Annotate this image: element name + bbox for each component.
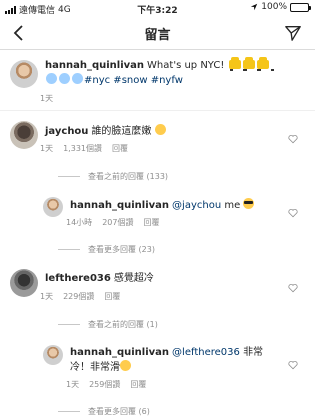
- status-bar: 遠傳電信 4G 下午3:22 100%: [0, 0, 315, 16]
- taxi-emoji-icon: [242, 57, 260, 71]
- sunglasses-emoji-icon: [243, 198, 255, 209]
- caption-time: 1天: [40, 94, 54, 103]
- reply-text: hannah_quinlivan @lefthere036 非常 冷！非常滑: [70, 346, 280, 375]
- grinning-sweat-emoji-icon: [120, 360, 131, 371]
- comment-text: lefthere036 感覺超冷: [45, 272, 154, 286]
- reply-meta: 14小時 207個讚 回覆: [66, 217, 159, 228]
- battery-percent: 100%: [261, 2, 287, 12]
- reply-body-line1: 非常: [243, 347, 264, 358]
- caption-body: What's up NYC!: [147, 60, 225, 71]
- view-replies-label: 查看之前的回覆 (133): [88, 172, 169, 181]
- like-heart-icon[interactable]: [288, 283, 298, 293]
- reply-mention[interactable]: @lefthere036: [172, 347, 240, 358]
- reply-meta: 1天 259個讚 回覆: [66, 379, 146, 390]
- view-more-replies[interactable]: 查看更多回覆 (23): [58, 244, 155, 255]
- comment-body: 誰的臉這麼嫩: [91, 126, 152, 137]
- comment-username[interactable]: lefthere036: [45, 273, 111, 284]
- view-previous-replies[interactable]: 查看之前的回覆 (1): [58, 319, 158, 330]
- caption-text: hannah_quinlivan What's up NYC! #nyc #sno…: [45, 57, 307, 88]
- snowflake-emoji-icon: [72, 73, 83, 84]
- snowflake-emoji-icon: [59, 73, 70, 84]
- comment-meta: 1天 229個讚 回覆: [40, 291, 120, 302]
- reply-likes[interactable]: 207個讚: [102, 217, 133, 228]
- battery-icon: [290, 2, 311, 12]
- reply-username[interactable]: hannah_quinlivan: [70, 347, 169, 358]
- reply-time: 1天: [66, 380, 80, 389]
- reply-time: 14小時: [66, 218, 93, 227]
- reply-text: hannah_quinlivan @jaychou me: [70, 198, 255, 213]
- snowflake-emoji-icon: [46, 73, 57, 84]
- caption-hashtags[interactable]: #nyc #snow #nyfw: [84, 75, 183, 86]
- view-replies-line: [58, 176, 80, 177]
- taxi-emoji-icon: [228, 57, 246, 71]
- reply-button[interactable]: 回覆: [112, 143, 128, 154]
- reply-username[interactable]: hannah_quinlivan: [70, 200, 169, 211]
- comment-likes[interactable]: 1,331個讚: [63, 143, 102, 154]
- comment-text: jaychou 誰的臉這麼嫩: [45, 124, 166, 139]
- comment-time: 1天: [40, 144, 54, 153]
- status-right: 100%: [250, 2, 311, 12]
- view-previous-replies[interactable]: 查看之前的回覆 (133): [58, 171, 168, 182]
- comment-time: 1天: [40, 292, 54, 301]
- view-replies-label: 查看更多回覆 (6): [88, 407, 150, 416]
- avatar[interactable]: [10, 121, 38, 149]
- nav-bar: 留言: [0, 16, 315, 50]
- direct-share-icon[interactable]: [284, 24, 302, 42]
- comment-meta: 1天 1,331個讚 回覆: [40, 143, 128, 154]
- page-title: 留言: [144, 28, 171, 43]
- like-heart-icon[interactable]: [288, 208, 298, 218]
- view-replies-line: [58, 249, 80, 250]
- view-more-replies[interactable]: 查看更多回覆 (6): [58, 406, 150, 417]
- divider: [0, 110, 315, 111]
- reply-mention[interactable]: @jaychou: [172, 200, 221, 211]
- avatar[interactable]: [43, 197, 63, 217]
- like-heart-icon[interactable]: [288, 360, 298, 370]
- view-replies-label: 查看之前的回覆 (1): [88, 320, 158, 329]
- like-heart-icon[interactable]: [288, 134, 298, 144]
- reply-likes[interactable]: 259個讚: [89, 379, 120, 390]
- comment-body: 感覺超冷: [113, 273, 154, 284]
- reply-button[interactable]: 回覆: [130, 379, 146, 390]
- caption-meta: 1天: [40, 93, 53, 104]
- view-replies-line: [58, 411, 80, 412]
- comment-username[interactable]: jaychou: [45, 126, 88, 137]
- caption-username[interactable]: hannah_quinlivan: [45, 60, 144, 71]
- location-icon: [251, 3, 258, 11]
- view-replies-label: 查看更多回覆 (23): [88, 245, 155, 254]
- avatar[interactable]: [10, 269, 38, 297]
- reply-button[interactable]: 回覆: [104, 291, 120, 302]
- view-replies-line: [58, 324, 80, 325]
- avatar[interactable]: [43, 345, 63, 365]
- comment-likes[interactable]: 229個讚: [63, 291, 94, 302]
- avatar[interactable]: [10, 60, 38, 88]
- reply-button[interactable]: 回覆: [143, 217, 159, 228]
- taxi-emoji-icon: [256, 57, 274, 71]
- smile-emoji-icon: [154, 124, 166, 135]
- reply-body-line2: 冷！非常滑: [70, 362, 120, 373]
- reply-body: me: [224, 200, 241, 211]
